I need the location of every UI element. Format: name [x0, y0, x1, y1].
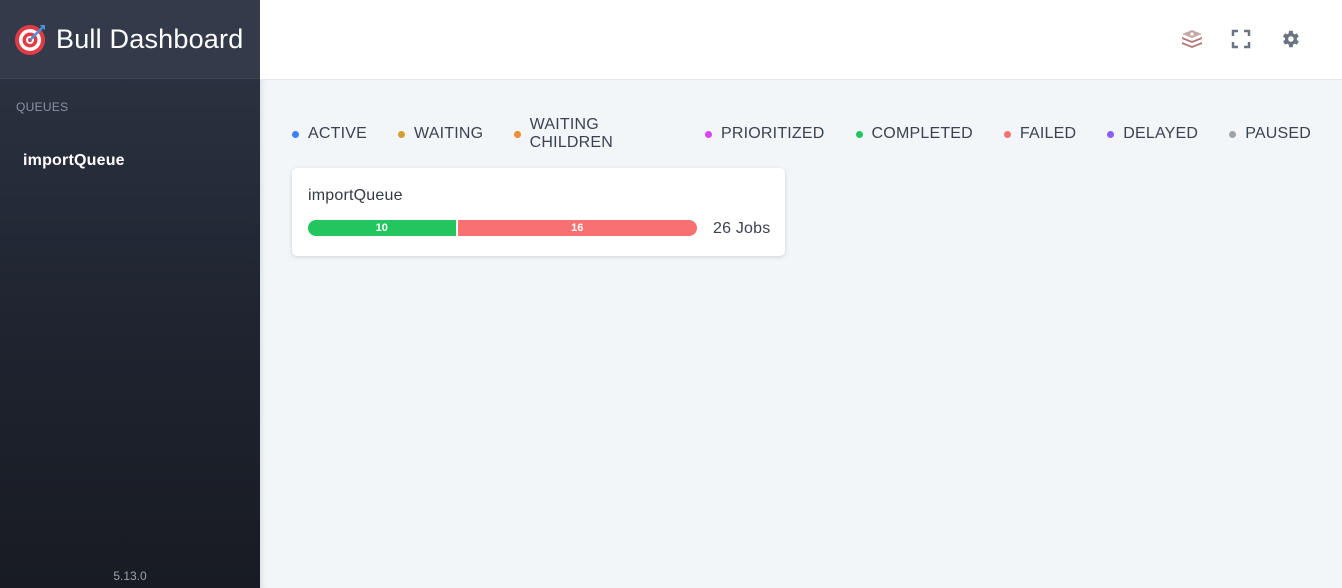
legend-item-completed: COMPLETED [855, 125, 973, 143]
main-content: ACTIVE WAITING WAITING CHILDREN PRIORITI… [260, 80, 1342, 588]
queue-card-title[interactable]: importQueue [308, 187, 403, 205]
completed-segment[interactable]: 10 [308, 220, 458, 236]
legend-label: WAITING [414, 125, 484, 142]
target-logo-icon [14, 22, 48, 56]
legend-dot [705, 130, 712, 138]
brand[interactable]: Bull Dashboard [0, 0, 260, 79]
legend-item-paused: PAUSED [1229, 125, 1311, 143]
legend-item-waiting: WAITING [398, 125, 483, 143]
legend-dot [855, 130, 863, 138]
status-legend: ACTIVE WAITING WAITING CHILDREN PRIORITI… [292, 116, 1342, 152]
queue-card[interactable]: importQueue 10 16 26 Jobs [292, 168, 785, 256]
legend-item-waiting-children: WAITING CHILDREN [514, 116, 674, 152]
redis-icon[interactable] [1180, 27, 1204, 51]
legend-label: COMPLETED [871, 125, 973, 142]
legend-dot [514, 130, 521, 138]
top-header [260, 0, 1342, 80]
legend-label: PAUSED [1245, 125, 1311, 142]
version-label: 5.13.0 [113, 569, 147, 583]
legend-dot [1107, 130, 1115, 138]
legend-label: ACTIVE [308, 125, 367, 142]
legend-dot [398, 130, 405, 138]
legend-dot [292, 130, 299, 138]
legend-label: DELAYED [1123, 125, 1199, 142]
legend-item-delayed: DELAYED [1107, 125, 1198, 143]
total-jobs-label: 26 Jobs [713, 220, 771, 237]
sidebar: Bull Dashboard QUEUES importQueue 5.13.0 [0, 0, 260, 588]
legend-dot [1003, 130, 1011, 138]
gear-icon[interactable] [1278, 27, 1302, 51]
job-status-bar: 10 16 [308, 220, 697, 236]
fullscreen-icon[interactable] [1229, 27, 1253, 51]
sidebar-item-importqueue[interactable]: importQueue [23, 152, 260, 170]
legend-item-prioritized: PRIORITIZED [705, 125, 825, 143]
legend-dot [1229, 130, 1237, 138]
legend-item-failed: FAILED [1003, 125, 1077, 143]
failed-segment[interactable]: 16 [457, 220, 697, 236]
legend-label: FAILED [1019, 125, 1077, 142]
legend-label: WAITING CHILDREN [529, 116, 614, 151]
brand-title: Bull Dashboard [56, 23, 244, 54]
legend-label: PRIORITIZED [721, 125, 825, 142]
queues-section-title: QUEUES [16, 100, 69, 114]
legend-item-active: ACTIVE [292, 125, 367, 143]
